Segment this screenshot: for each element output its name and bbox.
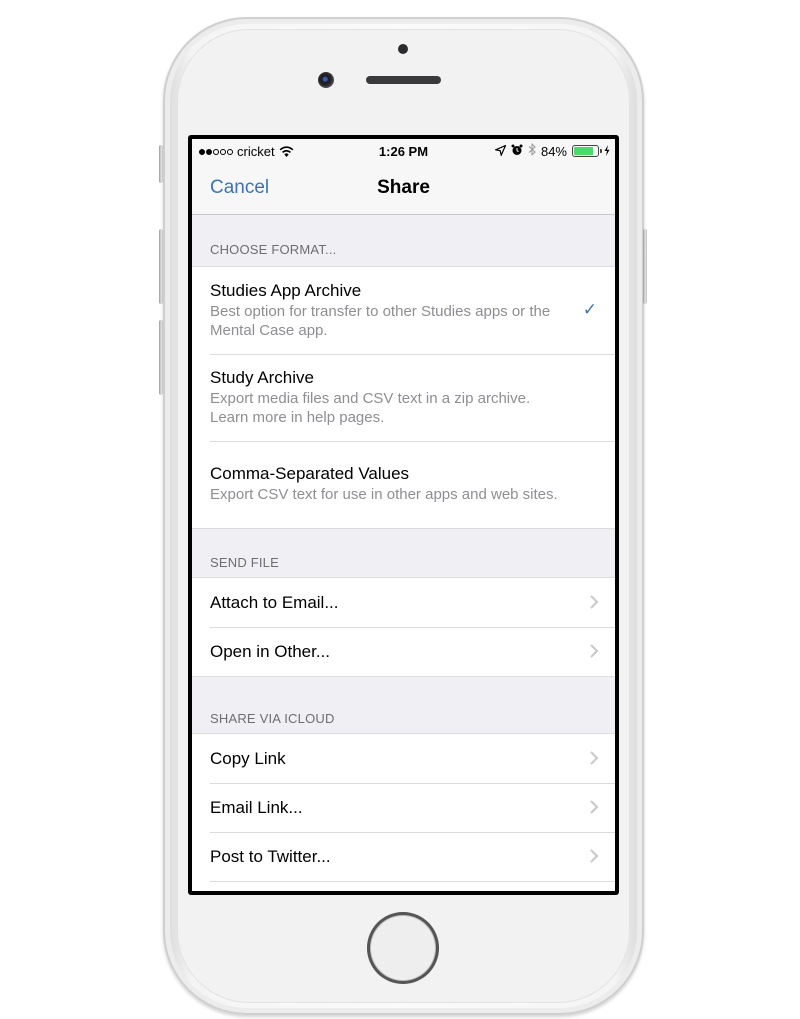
copy-link-button[interactable]: Copy Link xyxy=(192,734,615,783)
format-option-study-archive[interactable]: Study Archive Export media files and CSV… xyxy=(192,354,615,441)
action-label: Attach to Email... xyxy=(210,592,339,612)
volume-down-button xyxy=(159,320,163,395)
attach-to-email-button[interactable]: Attach to Email... xyxy=(192,578,615,627)
chevron-right-icon xyxy=(590,849,599,863)
section-header-send-file: Send File xyxy=(210,555,279,570)
option-description: Best option for transfer to other Studie… xyxy=(210,303,551,339)
action-label: Open in Other... xyxy=(210,641,331,661)
option-description: Export media files and CSV text in a zip… xyxy=(210,390,531,426)
open-in-other-button[interactable]: Open in Other... xyxy=(192,627,615,676)
alarm-clock-icon xyxy=(511,144,523,159)
navigation-bar: Cancel Share xyxy=(192,163,615,215)
option-description: Export CSV text for use in other apps an… xyxy=(210,486,558,503)
list-item-partial[interactable] xyxy=(192,881,615,891)
share-options-list[interactable]: Choose Format... Studies App Archive Bes… xyxy=(192,216,615,891)
format-option-studies-app-archive[interactable]: Studies App Archive Best option for tran… xyxy=(192,267,615,354)
power-button xyxy=(643,229,647,304)
checkmark-icon: ✓ xyxy=(582,300,597,319)
screen-content: cricket 1:26 PM 84% Cancel Share CHOOSE … xyxy=(192,139,615,891)
option-title: Comma-Separated Values xyxy=(210,464,410,483)
action-label: Copy Link xyxy=(210,748,286,768)
battery-icon xyxy=(572,145,602,157)
proximity-sensor xyxy=(398,44,408,54)
chevron-right-icon xyxy=(590,644,599,658)
format-option-csv[interactable]: Comma-Separated Values Export CSV text f… xyxy=(192,441,615,528)
option-title: Studies App Archive xyxy=(210,281,362,300)
option-title: Study Archive xyxy=(210,368,314,387)
icloud-group: Copy Link Email Link... Post to Twitter.… xyxy=(192,733,615,891)
home-button[interactable] xyxy=(367,912,439,984)
volume-up-button xyxy=(159,229,163,304)
location-arrow-icon xyxy=(493,143,507,159)
front-camera xyxy=(318,72,334,88)
mute-switch xyxy=(159,145,163,183)
post-to-twitter-button[interactable]: Post to Twitter... xyxy=(192,832,615,881)
earpiece-speaker xyxy=(366,76,441,84)
battery-percent: 84% xyxy=(540,143,567,159)
charging-bolt-icon xyxy=(604,144,610,159)
chevron-right-icon xyxy=(590,751,599,765)
format-group: Studies App Archive Best option for tran… xyxy=(192,266,615,529)
phone-screen: cricket 1:26 PM 84% Cancel Share CHOOSE … xyxy=(188,135,619,895)
section-header-icloud: Share via iCloud xyxy=(210,711,335,726)
status-right: 84% xyxy=(493,142,610,159)
battery-level-fill xyxy=(574,147,594,155)
status-bar: cricket 1:26 PM 84% xyxy=(192,139,615,163)
section-header-format: Choose Format... xyxy=(210,242,337,257)
bluetooth-icon xyxy=(528,142,536,159)
cancel-button[interactable]: Cancel xyxy=(210,177,269,199)
chevron-right-icon xyxy=(590,595,599,609)
send-file-group: Attach to Email... Open in Other... xyxy=(192,577,615,677)
action-label: Post to Twitter... xyxy=(210,846,331,866)
battery-tip xyxy=(600,149,602,153)
action-label: Email Link... xyxy=(210,797,303,817)
chevron-right-icon xyxy=(590,800,599,814)
email-link-button[interactable]: Email Link... xyxy=(192,783,615,832)
